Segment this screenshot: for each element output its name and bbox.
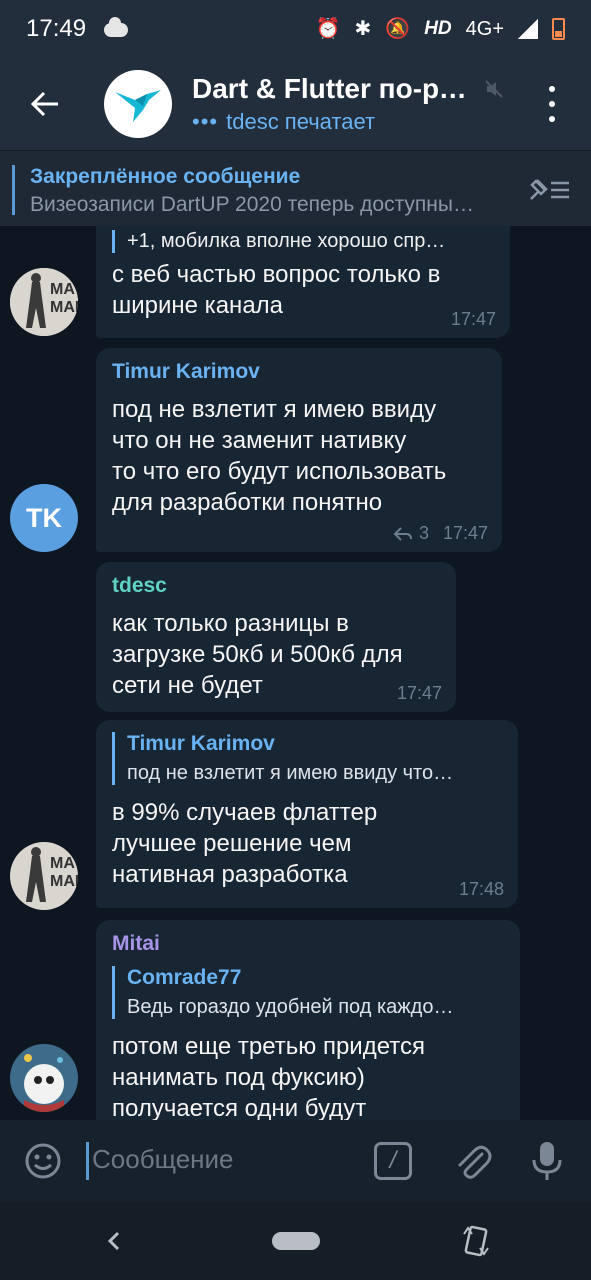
typing-indicator-icon: ••• (192, 109, 219, 134)
user-photo-icon: MA MAR (10, 842, 78, 910)
reply-author: Timur Karimov (127, 732, 275, 755)
reply-quote[interactable]: Comrade77 Ведь гораздо удобней под каждо… (112, 966, 504, 1019)
pinned-text: Визеозаписи DartUP 2020 теперь доступны… (30, 193, 474, 216)
user-photo-icon: MA MAR (10, 268, 78, 336)
pinned-message[interactable]: Закреплённое сообщение Визеозаписи DartU… (0, 150, 591, 226)
network-type: 4G+ (465, 18, 504, 40)
nav-home-button[interactable] (272, 1232, 320, 1250)
chat-info[interactable]: Dart & Flutter по-ру… ••• tdesc печатает (192, 73, 512, 135)
more-dot-icon (549, 101, 555, 107)
svg-text:MAR: MAR (50, 299, 78, 316)
bot-commands-button[interactable]: / (374, 1142, 412, 1180)
sender-name[interactable]: Mitai (112, 932, 504, 956)
avatar[interactable]: MA MAR (10, 842, 78, 910)
status-time: 17:49 (26, 15, 87, 42)
reply-text: под не взлетит я имею ввиду что… (127, 762, 454, 784)
slash-icon: / (389, 1147, 397, 1174)
message-bubble[interactable]: Mitai Comrade77 Ведь гораздо удобней под… (96, 920, 520, 1120)
system-navigation-bar (0, 1202, 591, 1280)
message-text: в 99% случаев флаттер лучшее решение чем… (112, 799, 378, 888)
replies-count[interactable]: 3 (419, 523, 429, 544)
hummingbird-logo-icon (115, 90, 161, 122)
message-text: под не взлетит я имею ввиду что он не за… (112, 396, 447, 516)
mute-icon (485, 80, 503, 98)
microphone-icon[interactable] (530, 1140, 564, 1182)
status-bar: 17:49 ⏰ ✱ 🔕 HD 4G+ (0, 0, 591, 58)
battery-icon (552, 18, 565, 40)
reply-quote[interactable]: +1, мобилка вполне хорошо спр… (112, 230, 494, 253)
chat-title: Dart & Flutter по-ру… (192, 73, 474, 104)
message-meta: 3 17:47 (393, 523, 488, 544)
avatar[interactable]: MA MAR (10, 268, 78, 336)
chat-header: Dart & Flutter по-ру… ••• tdesc печатает (0, 58, 591, 150)
status-icons: ⏰ ✱ 🔕 HD 4G+ (316, 18, 565, 40)
more-dot-icon (549, 86, 555, 92)
pinned-indicator (12, 165, 15, 215)
message-bubble[interactable]: Timur Karimov под не взлетит я имею ввид… (96, 348, 502, 552)
message-text: потом еще третью придется нанимать под ф… (112, 1033, 425, 1120)
network-label: HD (424, 18, 452, 39)
message-input[interactable]: Сообщение (92, 1144, 234, 1175)
typing-status: tdesc печатает (226, 109, 376, 134)
avatar[interactable]: TK (10, 484, 78, 552)
user-photo-icon (10, 1044, 78, 1112)
svg-text:MAR: MAR (50, 873, 78, 890)
message-text: с веб частью вопрос только в ширине кана… (112, 261, 441, 319)
more-menu-button[interactable] (537, 86, 567, 122)
cloud-icon (104, 17, 129, 37)
text-cursor (86, 1142, 89, 1180)
message-bubble[interactable]: Timur Karimov под не взлетит я имею ввид… (96, 720, 518, 908)
reply-quote[interactable]: Timur Karimov под не взлетит я имею ввид… (112, 732, 502, 785)
attach-paperclip-icon[interactable] (452, 1140, 492, 1182)
more-dot-icon (549, 116, 555, 122)
avatar-initials: TK (26, 502, 62, 533)
pinned-title: Закреплённое сообщение (30, 165, 301, 188)
signal-icon (518, 19, 538, 39)
messages-list[interactable]: MA MAR +1, мобилка вполне хорошо спр… с … (0, 226, 591, 1120)
chat-avatar[interactable] (104, 70, 172, 138)
message-meta: 17:48 (459, 879, 504, 900)
bluetooth-icon: ✱ (354, 18, 372, 40)
notifications-off-icon: 🔕 (385, 18, 411, 40)
message-time: 17:47 (442, 523, 488, 543)
alarm-icon: ⏰ (315, 18, 341, 40)
message-bubble[interactable]: +1, мобилка вполне хорошо спр… с веб час… (96, 226, 510, 338)
message-text: как только разницы в загрузке 50кб и 500… (112, 610, 403, 699)
rotate-screen-icon[interactable] (462, 1224, 490, 1258)
svg-text:MA: MA (50, 855, 75, 872)
nav-back-icon[interactable] (104, 1226, 124, 1256)
reply-text: +1, мобилка вполне хорошо спр… (127, 230, 446, 252)
message-time: 17:48 (458, 879, 504, 899)
message-bubble[interactable]: tdesc как только разницы в загрузке 50кб… (96, 562, 456, 712)
message-time: 17:47 (450, 309, 496, 329)
back-button[interactable] (0, 58, 90, 150)
sender-name[interactable]: Timur Karimov (112, 360, 486, 384)
pin-list-icon[interactable] (527, 175, 571, 203)
message-meta: 17:47 (451, 309, 496, 330)
emoji-icon[interactable] (24, 1142, 62, 1180)
avatar[interactable] (10, 1044, 78, 1112)
message-time: 17:47 (396, 683, 442, 703)
arrow-left-icon (31, 91, 58, 117)
reply-arrow-icon (393, 526, 412, 541)
sender-name[interactable]: tdesc (112, 574, 440, 598)
reply-author: Comrade77 (127, 966, 242, 989)
message-meta: 17:47 (397, 683, 442, 704)
reply-text: Ведь гораздо удобней под каждо… (127, 996, 454, 1018)
svg-text:MA: MA (50, 281, 75, 298)
message-composer: Сообщение / (0, 1120, 591, 1202)
